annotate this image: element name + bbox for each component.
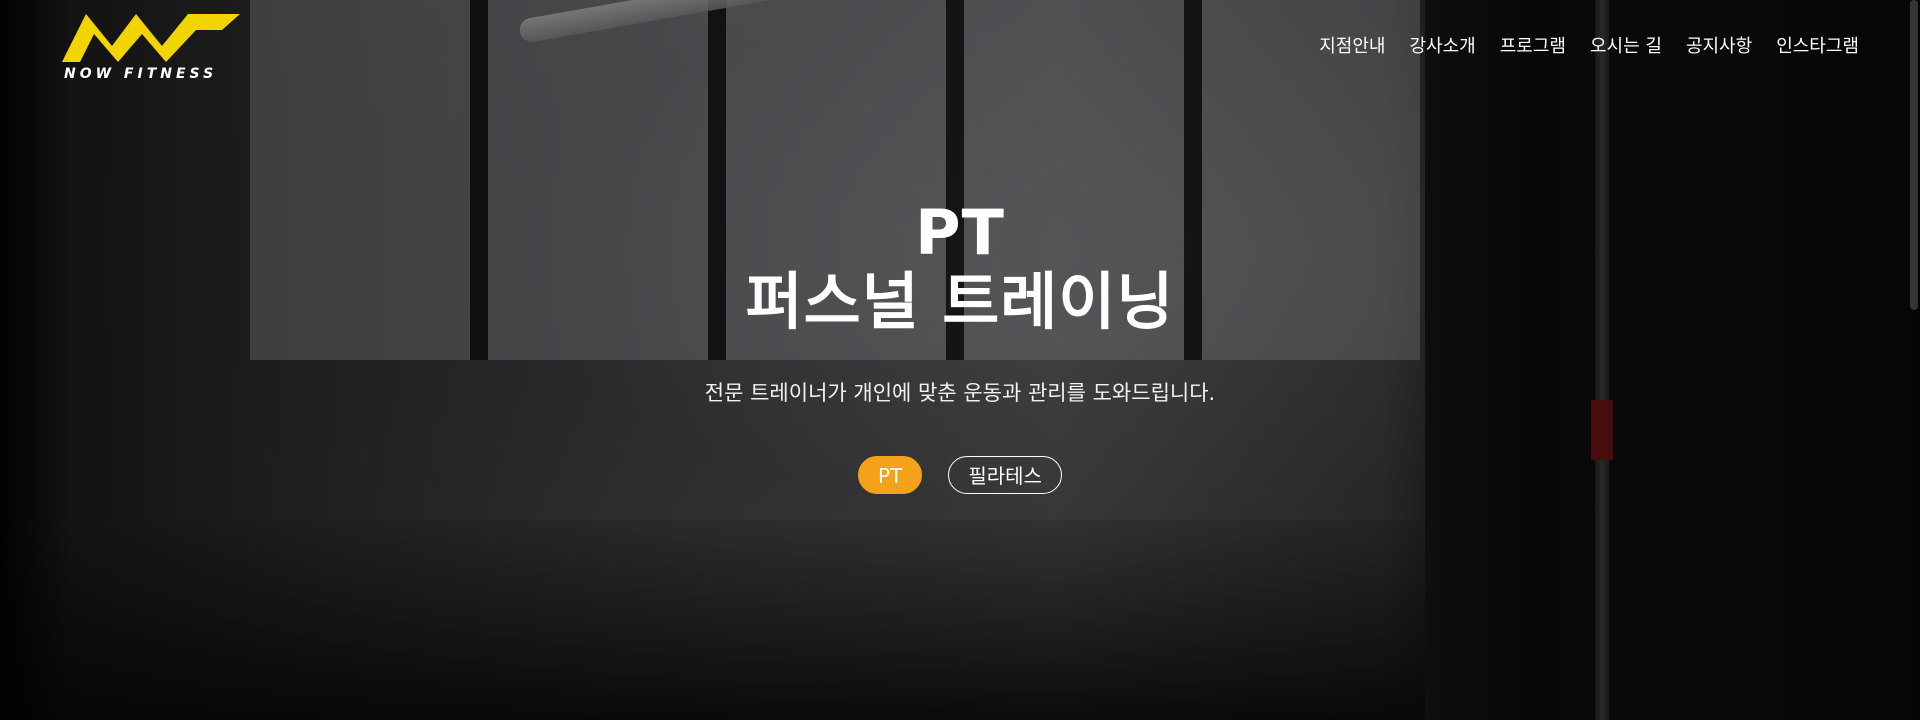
site-header: NOW FITNESS 지점안내 강사소개 프로그램 오시는 길 공지사항 인스… <box>0 0 1920 90</box>
hero-title-line1: PT <box>915 196 1005 269</box>
logo-mark-icon <box>62 14 240 62</box>
tab-pilates[interactable]: 필라테스 <box>948 456 1062 494</box>
nav-item-instructors[interactable]: 강사소개 <box>1409 32 1475 58</box>
tab-pt[interactable]: PT <box>858 456 923 494</box>
main-nav: 지점안내 강사소개 프로그램 오시는 길 공지사항 인스타그램 <box>1295 32 1859 58</box>
nav-item-locations[interactable]: 지점안내 <box>1319 32 1385 58</box>
nav-item-programs[interactable]: 프로그램 <box>1500 32 1566 58</box>
nav-item-directions[interactable]: 오시는 길 <box>1590 32 1662 58</box>
logo-wordmark: NOW FITNESS <box>64 66 218 82</box>
hero-title-line2: 퍼스널 트레이닝 <box>745 265 1175 338</box>
hero-content: PT 퍼스널 트레이닝 전문 트레이너가 개인에 맞춘 운동과 관리를 도와드립… <box>0 200 1920 494</box>
hero-section: NOW FITNESS 지점안내 강사소개 프로그램 오시는 길 공지사항 인스… <box>0 0 1920 720</box>
nav-item-notices[interactable]: 공지사항 <box>1686 32 1752 58</box>
page-scrollbar[interactable] <box>1910 0 1918 310</box>
program-tabs: PT 필라테스 <box>0 456 1920 494</box>
nav-item-instagram[interactable]: 인스타그램 <box>1776 32 1859 58</box>
hero-subtitle: 전문 트레이너가 개인에 맞춘 운동과 관리를 도와드립니다. <box>704 381 1216 405</box>
brand-logo[interactable]: NOW FITNESS <box>62 8 242 84</box>
